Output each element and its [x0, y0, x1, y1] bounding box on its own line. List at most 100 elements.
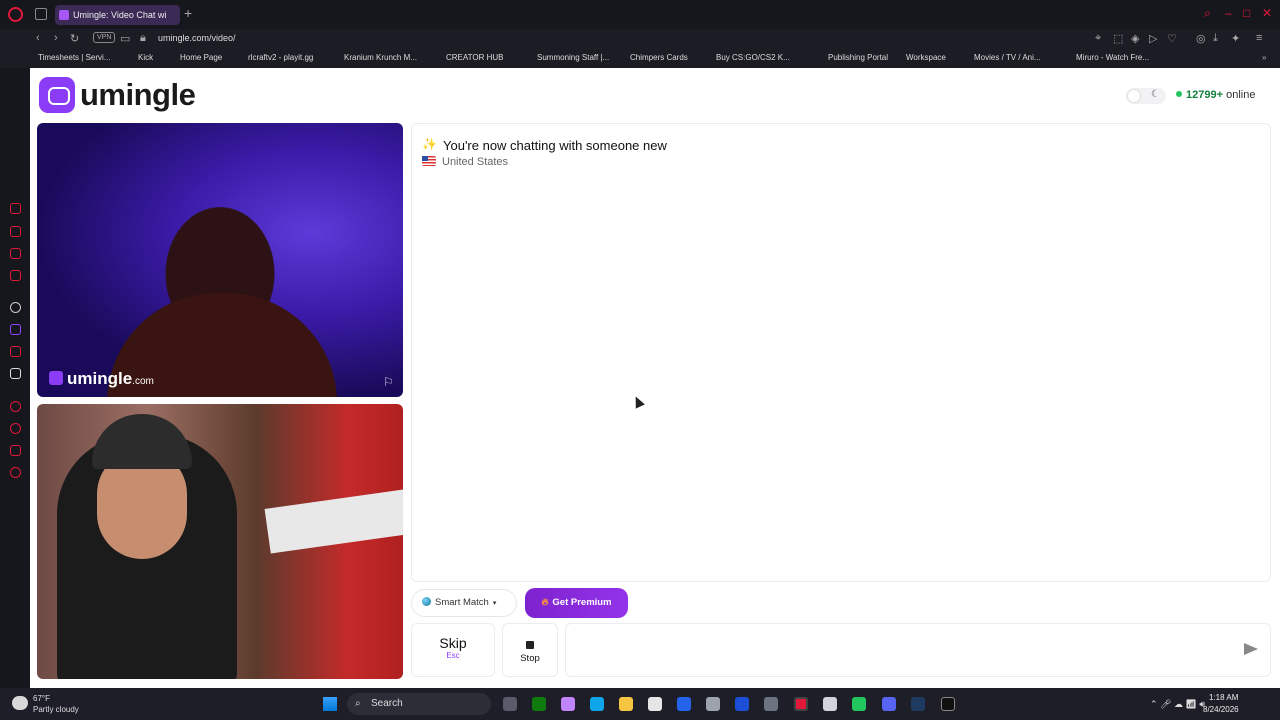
umingle-logo-icon[interactable] [39, 77, 75, 113]
url-field[interactable]: umingle.com/video/ [158, 33, 236, 43]
obs-icon[interactable] [823, 697, 837, 711]
nvidia-icon[interactable] [852, 697, 866, 711]
player-icon[interactable] [10, 270, 21, 281]
taskbar-search[interactable]: ⌕ Search [347, 693, 491, 715]
settings-icon[interactable] [10, 467, 21, 478]
bookmark-item[interactable]: Summoning Staff |... [537, 53, 609, 62]
umingle-logo-text[interactable]: umingle [80, 77, 196, 113]
bookmark-item[interactable]: rlcraftv2 - playit.gg [248, 53, 313, 62]
x-icon[interactable] [10, 368, 21, 379]
heart-icon[interactable]: ♡ [1167, 32, 1177, 45]
address-bar: ‹ › ↻ VPN ▭ 🔒︎ umingle.com/video/ ⌖ ⬚ ◈ … [0, 29, 1280, 50]
windows-start-icon[interactable] [323, 697, 337, 711]
pin-icon[interactable]: ⌖ [1095, 32, 1101, 45]
copilot-icon[interactable] [561, 697, 575, 711]
clock-time[interactable]: 1:18 AM [1209, 693, 1238, 702]
stop-button[interactable]: Stop [502, 623, 558, 677]
menu-icon[interactable]: ≡ [1256, 32, 1262, 44]
opera-gx-icon[interactable] [794, 697, 808, 711]
search-icon[interactable]: ⌕ [1204, 6, 1211, 21]
sparkle-icon: ✨ [422, 137, 437, 151]
photos-icon[interactable] [706, 697, 720, 711]
bookmark-item[interactable]: Publishing Portal [828, 53, 888, 62]
ai-icon[interactable]: ✦ [1231, 32, 1240, 45]
percent-icon[interactable] [10, 346, 21, 357]
flame-icon: 🔥︎ [541, 597, 549, 608]
forward-icon[interactable]: › [54, 32, 58, 44]
send-icon[interactable] [1244, 643, 1258, 655]
vpn-badge[interactable]: VPN [93, 32, 116, 43]
bookmark-item[interactable]: Kick [138, 53, 153, 62]
clock-icon[interactable] [10, 423, 21, 434]
tab-umingle[interactable]: Umingle: Video Chat wi [55, 5, 180, 25]
close-button[interactable]: ✕ [1262, 6, 1272, 20]
download-icon[interactable]: ⤓ [1213, 32, 1218, 45]
bookmark-item[interactable]: Chimpers Cards [630, 53, 688, 62]
bookmark-item[interactable]: Home Page [180, 53, 222, 62]
camera-icon[interactable]: ▭ [120, 32, 130, 45]
more-bookmarks-icon[interactable]: » [1262, 53, 1266, 62]
shield-icon[interactable]: ◈ [1131, 32, 1139, 45]
minimize-button[interactable]: – [1225, 6, 1232, 20]
chat-panel[interactable]: ✨ You're now chatting with someone new U… [411, 123, 1271, 582]
steam-icon[interactable] [911, 697, 925, 711]
message-input[interactable] [565, 623, 1271, 677]
tab-overview-icon[interactable] [35, 8, 47, 20]
chatgpt-icon[interactable] [10, 302, 21, 313]
extensions-icon[interactable] [10, 445, 21, 456]
umingle-watermark-icon [49, 371, 63, 385]
smart-match-dropdown[interactable]: Smart Match ▾ [411, 589, 517, 617]
premium-label: Get Premium [552, 597, 612, 608]
weather-temperature[interactable]: 67°F [33, 694, 50, 703]
reload-icon[interactable]: ↻ [70, 32, 79, 45]
get-premium-button[interactable]: 🔥︎ Get Premium [525, 588, 628, 618]
settings-gear-icon[interactable] [764, 697, 778, 711]
globe-icon [422, 597, 431, 606]
online-dot-icon [1176, 91, 1182, 97]
cloud-icon[interactable] [12, 696, 28, 710]
aria-icon[interactable] [10, 203, 21, 214]
toggle-knob [1128, 90, 1140, 102]
skip-button[interactable]: Skip Esc [411, 623, 495, 677]
new-tab-button[interactable]: + [184, 5, 192, 21]
discord-icon[interactable] [882, 697, 896, 711]
history-icon[interactable] [10, 226, 21, 237]
partner-country: United States [442, 156, 509, 168]
snapshot-icon[interactable]: ⬚ [1113, 32, 1123, 45]
theme-toggle[interactable]: ☾ [1126, 88, 1166, 104]
streamdeck-icon[interactable] [941, 697, 955, 711]
twitch-icon[interactable] [10, 324, 21, 335]
store-icon[interactable] [648, 697, 662, 711]
watermark-tld: .com [132, 376, 154, 387]
back-icon[interactable]: ‹ [36, 32, 40, 44]
profile-icon[interactable]: ◎ [1196, 32, 1206, 45]
bookmark-item[interactable]: Workspace [906, 53, 946, 62]
file-explorer-icon[interactable] [619, 697, 633, 711]
ea-app-icon[interactable] [735, 697, 749, 711]
umingle-page: umingle ☾ 12799+ online umingle.com ⚐ ✨ … [30, 68, 1280, 688]
spotify-icon[interactable] [10, 401, 21, 412]
system-tray-icons[interactable]: ⌃ 🎤︎ ☁︎ 📶︎ 🔊︎ [1150, 699, 1205, 710]
lock-icon: 🔒︎ [140, 32, 146, 44]
mail-icon[interactable] [677, 697, 691, 711]
xbox-icon[interactable] [532, 697, 546, 711]
online-count: 12799+ [1186, 89, 1224, 101]
task-view-icon[interactable] [503, 697, 517, 711]
maximize-button[interactable]: □ [1243, 6, 1250, 20]
umingle-favicon-icon [59, 10, 69, 20]
bookmark-item[interactable]: Kranium Krunch M... [344, 53, 417, 62]
bookmark-item[interactable]: Movies / TV / Ani... [974, 53, 1041, 62]
bookmark-item[interactable]: Miruro - Watch Fre... [1076, 53, 1149, 62]
bookmark-item[interactable]: CREATOR HUB [446, 53, 504, 62]
edge-icon[interactable] [590, 697, 604, 711]
clock-date[interactable]: 8/24/2026 [1203, 705, 1239, 714]
weather-description[interactable]: Partly cloudy [33, 705, 79, 714]
play-icon[interactable]: ▷ [1149, 32, 1157, 45]
bookmark-item[interactable]: Buy CS:GO/CS2 K... [716, 53, 790, 62]
bookmark-item[interactable]: Timesheets | Servi... [38, 53, 110, 62]
chevron-down-icon: ▾ [492, 600, 497, 607]
opera-logo-icon[interactable] [8, 7, 23, 22]
report-flag-icon[interactable]: ⚐ [383, 375, 394, 389]
wallet-icon[interactable] [10, 248, 21, 259]
local-cap-image [92, 414, 192, 469]
